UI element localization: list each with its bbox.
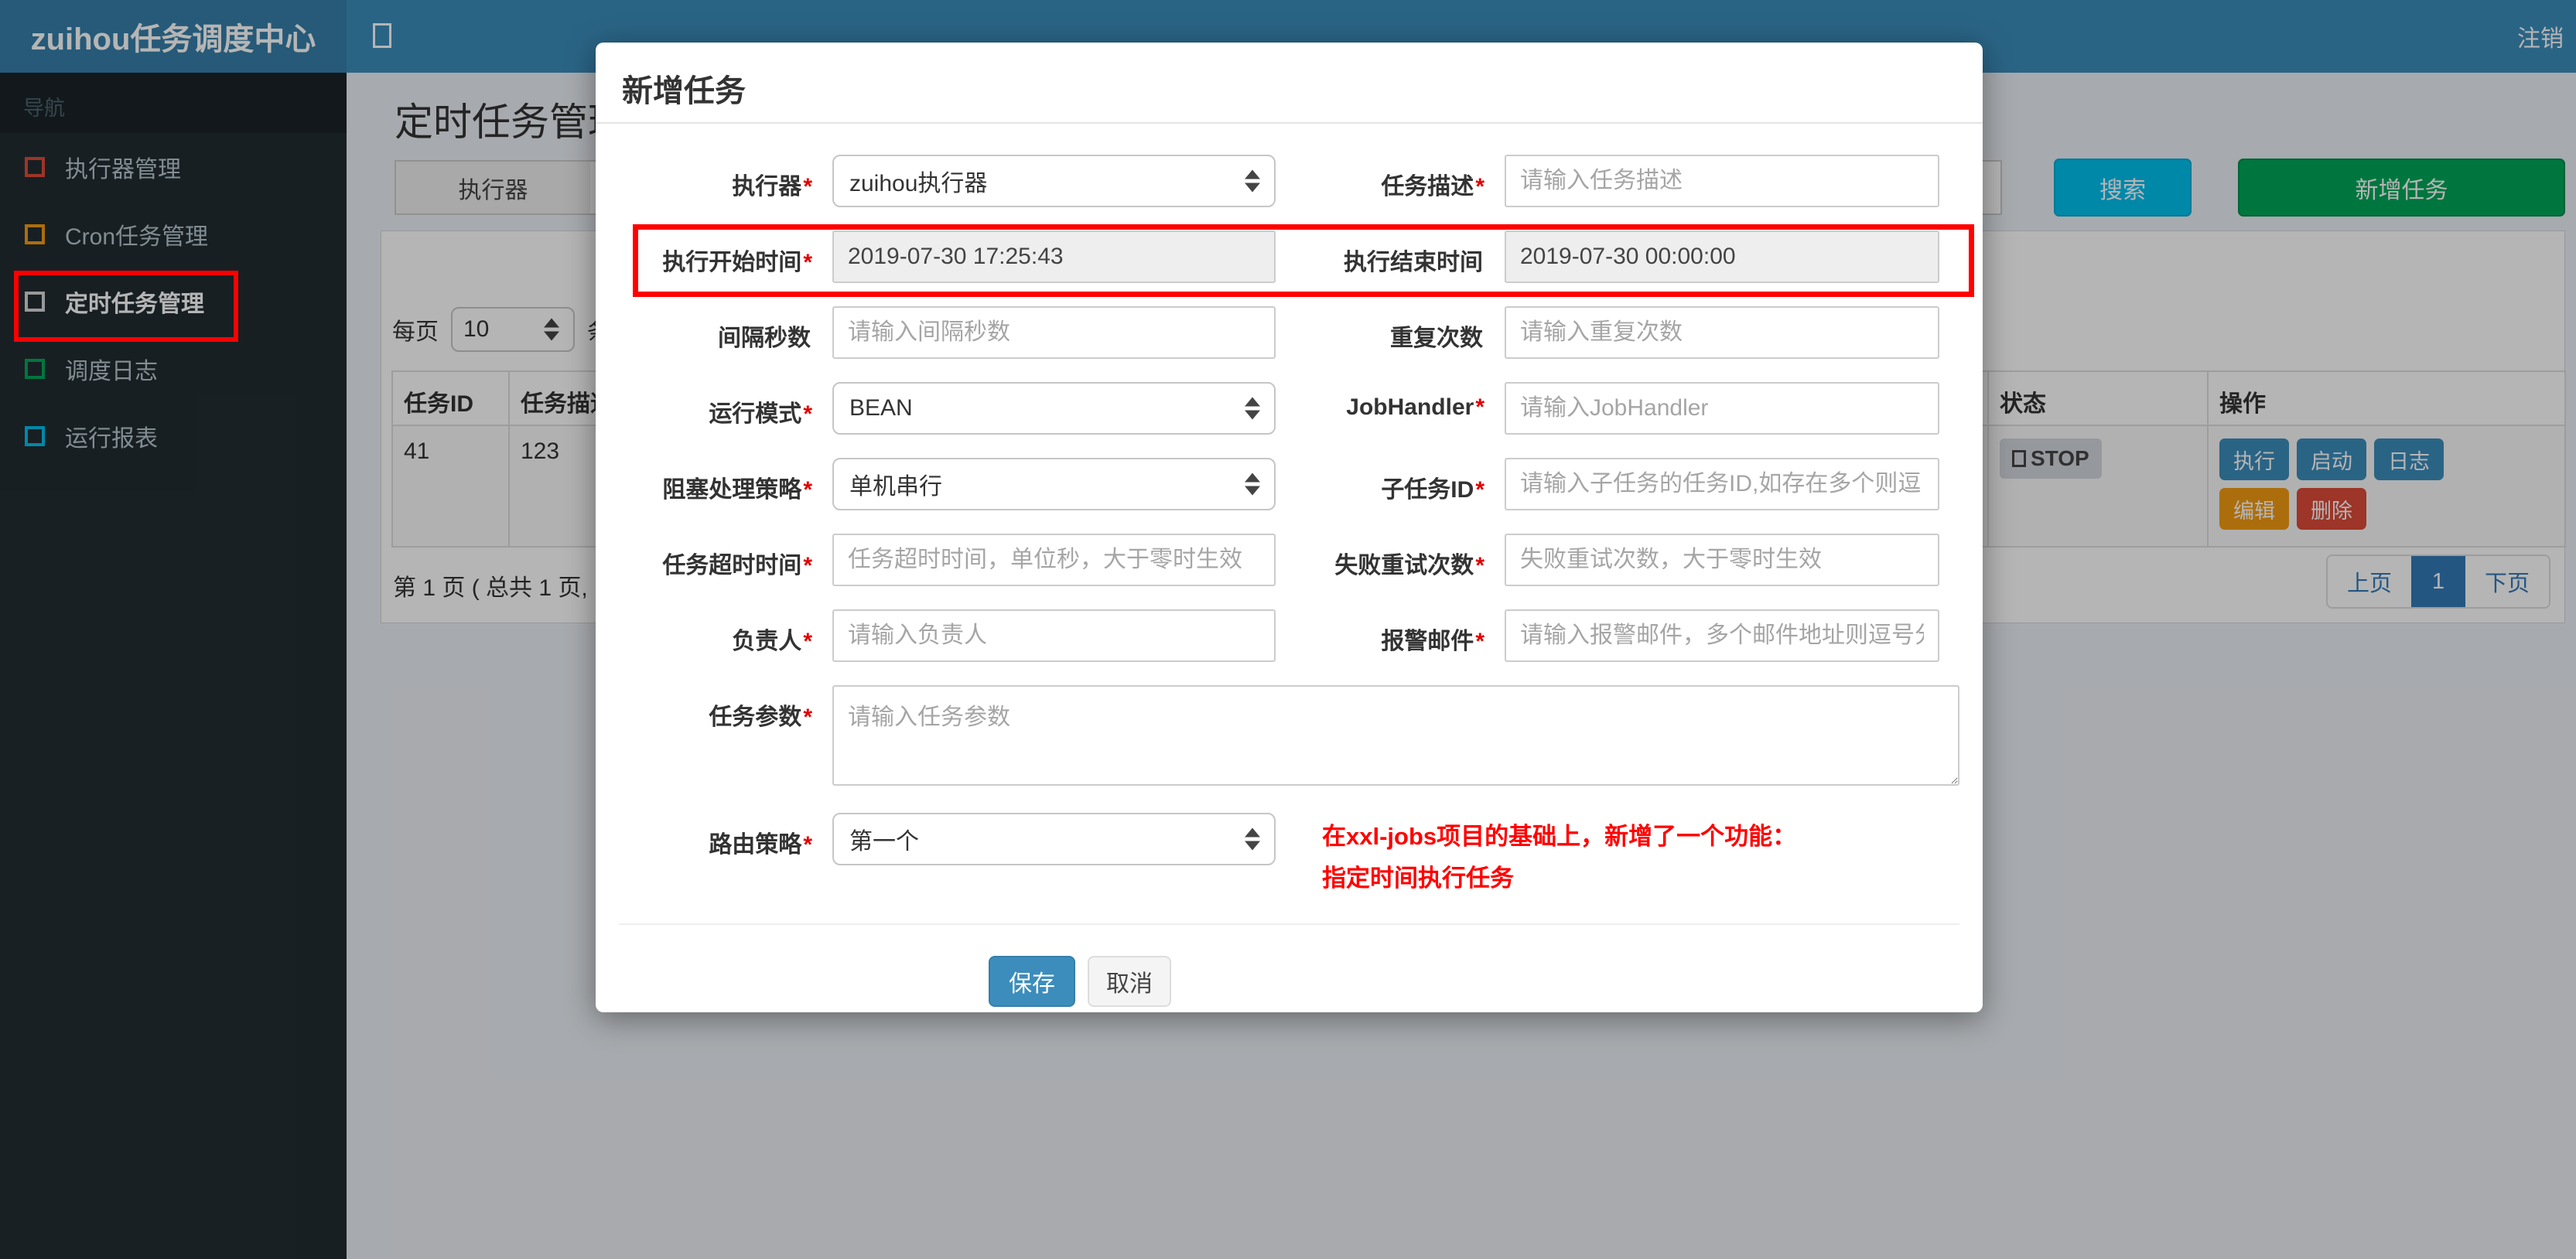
repeat-count-label: 重复次数 (1390, 326, 1483, 351)
executor-select[interactable]: zuihou执行器 (832, 155, 1276, 207)
owner-input[interactable] (832, 609, 1276, 662)
modal-body: 执行器* zuihou执行器 任务描述* 执行开始时间* 执行结束时间 间隔秒数… (596, 124, 1983, 1007)
block-strategy-select[interactable]: 单机串行 (832, 458, 1276, 510)
owner-label: 负责人* (732, 629, 812, 654)
block-strategy-label: 阻塞处理策略* (662, 477, 812, 503)
select-arrows-icon (1245, 473, 1260, 496)
child-task-id-label: 子任务ID* (1381, 477, 1484, 503)
end-time-label: 执行结束时间 (1344, 250, 1483, 275)
route-strategy-select[interactable]: 第一个 (832, 813, 1276, 865)
cancel-button[interactable]: 取消 (1088, 955, 1171, 1007)
task-desc-label: 任务描述* (1381, 174, 1484, 200)
run-mode-select[interactable]: BEAN (832, 382, 1276, 435)
modal-footer: 保存 取消 (619, 925, 1959, 1007)
select-arrows-icon (1245, 827, 1260, 851)
alarm-email-label: 报警邮件* (1381, 629, 1484, 654)
add-task-modal: 新增任务 执行器* zuihou执行器 任务描述* 执行开始时间* 执行结束时间… (596, 43, 1983, 1012)
executor-label: 执行器* (732, 174, 812, 200)
repeat-count-input[interactable] (1505, 306, 1939, 359)
child-task-id-input[interactable] (1505, 458, 1939, 510)
interval-input[interactable] (832, 306, 1276, 359)
task-desc-input[interactable] (1505, 155, 1939, 207)
run-mode-label: 运行模式* (709, 401, 812, 427)
alarm-email-input[interactable] (1505, 609, 1939, 662)
retry-count-label: 失败重试次数* (1334, 553, 1484, 578)
start-time-input[interactable] (832, 230, 1276, 283)
start-time-label: 执行开始时间* (662, 250, 812, 275)
retry-count-input[interactable] (1505, 534, 1939, 586)
select-arrows-icon (1245, 397, 1260, 420)
interval-label: 间隔秒数 (718, 326, 811, 351)
modal-header: 新增任务 (596, 43, 1983, 124)
feature-note: 在xxl-jobs项目的基础上，新增了一个功能： 指定时间执行任务 (1322, 823, 1797, 892)
task-params-textarea[interactable] (832, 685, 1959, 786)
task-params-label: 任务参数* (709, 705, 812, 730)
end-time-input[interactable] (1505, 230, 1939, 283)
select-arrows-icon (1245, 169, 1260, 193)
save-button[interactable]: 保存 (989, 955, 1075, 1007)
timeout-input[interactable] (832, 534, 1276, 586)
jobhandler-label: JobHandler* (1346, 394, 1484, 420)
timeout-label: 任务超时时间* (662, 553, 812, 578)
route-strategy-label: 路由策略* (709, 832, 812, 858)
modal-title: 新增任务 (622, 74, 746, 108)
jobhandler-input[interactable] (1505, 382, 1939, 435)
